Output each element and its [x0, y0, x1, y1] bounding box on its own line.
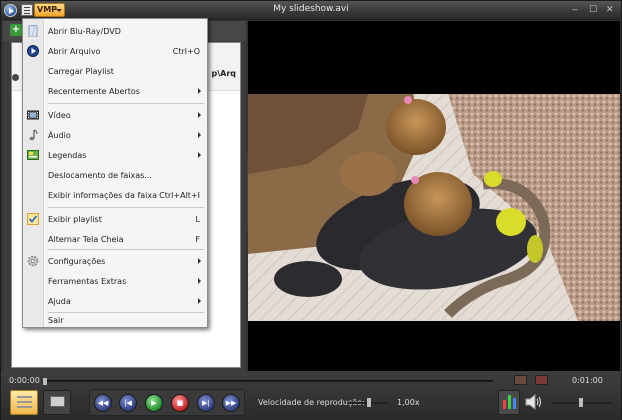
next-icon: ▶| [202, 399, 210, 407]
menu-separator [48, 249, 204, 250]
disc-icon [28, 25, 38, 37]
video-area[interactable] [248, 21, 620, 371]
menu-separator [48, 103, 204, 104]
speaker-icon[interactable] [525, 394, 543, 410]
seek-bar[interactable] [43, 380, 493, 382]
rewind-icon: ◀◀ [97, 399, 109, 407]
app-window: VMP My slideshow.avi ‒ ☐ ✕ + p\Arq < [0, 0, 622, 420]
rewind-button[interactable]: ◀◀ [94, 394, 112, 412]
menu-item-shortcut: L [195, 215, 200, 224]
menu-item-load-playlist[interactable]: Carregar Playlist [23, 61, 207, 81]
playlist-path: p\Arq [211, 69, 236, 78]
menu-item-label: Sair [48, 316, 64, 325]
menu-separator [48, 207, 204, 208]
fast-forward-icon: ▶▶ [225, 399, 237, 407]
window-title: My slideshow.avi [273, 4, 349, 14]
menu-item-label: Recentemente Abertos [48, 87, 140, 96]
menu-item-label: Carregar Playlist [48, 67, 114, 76]
snapshot-icon[interactable] [514, 375, 527, 385]
next-button[interactable]: ▶| [197, 394, 215, 412]
bullet-icon [12, 74, 19, 81]
previous-icon: |◀ [124, 399, 132, 407]
menu-item-label: Configurações [48, 257, 106, 266]
time-total: 0:01:00 [572, 376, 603, 385]
menu-item-show-track-info[interactable]: Exibir informações da faixa Ctrl+Alt+I [23, 185, 207, 205]
menu-item-extra-tools[interactable]: Ferramentas Extras [23, 271, 207, 291]
play-button[interactable]: ▶ [145, 394, 163, 412]
screen-icon[interactable] [43, 390, 71, 415]
menu-item-label: Ajuda [48, 297, 71, 306]
menu-item-shortcut: F [195, 235, 200, 244]
menu-item-shortcut: Ctrl+O [172, 47, 200, 56]
equalizer-button[interactable] [498, 390, 520, 415]
gear-icon [27, 255, 39, 267]
minimize-button[interactable]: ‒ [572, 5, 578, 15]
add-icon[interactable]: + [10, 24, 22, 36]
menu-item-exit[interactable]: Sair [23, 307, 207, 327]
stop-button[interactable]: ■ [171, 394, 189, 412]
menu-item-open-bluray-dvd[interactable]: Abrir Blu-Ray/DVD [23, 21, 207, 41]
stop-icon: ■ [176, 399, 184, 407]
menu-item-subtitles[interactable]: Legendas [23, 145, 207, 165]
menu-item-label: Abrir Arquivo [48, 47, 101, 56]
volume-slider-handle[interactable] [579, 398, 583, 407]
submenu-arrow-icon [198, 152, 201, 158]
menu-item-show-playlist[interactable]: Exibir playlist L [23, 209, 207, 229]
vmp-dropdown-menu: Abrir Blu-Ray/DVD Abrir Arquivo Ctrl+O C… [22, 18, 208, 328]
submenu-arrow-icon [198, 278, 201, 284]
menu-item-track-offset[interactable]: Deslocamento de faixas... [23, 165, 207, 185]
transport-controls: ◀◀ |◀ ▶ ■ ▶| ▶▶ [89, 389, 245, 416]
open-file-icon [27, 45, 39, 57]
menu-item-open-file[interactable]: Abrir Arquivo Ctrl+O [23, 41, 207, 61]
menu-item-label: Ferramentas Extras [48, 277, 127, 286]
menu-item-audio[interactable]: Áudio [23, 125, 207, 145]
control-bar: 0:00:00 0:01:00 ◀◀ |◀ ▶ ■ ▶| ▶▶ Velocida… [1, 371, 621, 420]
record-icon[interactable] [535, 375, 548, 385]
submenu-arrow-icon [198, 132, 201, 138]
subtitles-icon [27, 150, 39, 160]
menu-item-video[interactable]: Vídeo [23, 105, 207, 125]
menu-item-shortcut: Ctrl+Alt+I [159, 191, 200, 200]
submenu-arrow-icon [198, 88, 201, 94]
menu-item-label: Exibir playlist [48, 215, 102, 224]
menu-item-label: Exibir informações da faixa [48, 191, 158, 200]
video-frame [248, 94, 620, 321]
fast-forward-button[interactable]: ▶▶ [222, 394, 240, 412]
submenu-arrow-icon [198, 298, 201, 304]
playlist-toggle-button[interactable] [10, 390, 38, 415]
menu-item-toggle-fullscreen[interactable]: Alternar Tela Cheia F [23, 229, 207, 249]
speed-slider-handle[interactable] [367, 398, 371, 407]
checkmark-icon [27, 213, 39, 225]
seek-handle[interactable] [43, 378, 47, 385]
previous-button[interactable]: |◀ [119, 394, 137, 412]
time-elapsed: 0:00:00 [9, 376, 40, 385]
maximize-button[interactable]: ☐ [589, 5, 597, 15]
play-icon: ▶ [151, 399, 157, 407]
video-frame-image [248, 94, 620, 321]
playback-speed-value: 1,00x [397, 398, 420, 407]
menu-item-label: Alternar Tela Cheia [48, 235, 124, 244]
menu-item-settings[interactable]: Configurações [23, 251, 207, 271]
menu-item-label: Legendas [48, 151, 87, 160]
submenu-arrow-icon [198, 112, 201, 118]
menu-item-label: Áudio [48, 131, 71, 140]
menu-item-label: Deslocamento de faixas... [48, 171, 152, 180]
music-note-icon [29, 129, 38, 141]
close-button[interactable]: ✕ [606, 5, 614, 15]
menu-item-recently-opened[interactable]: Recentemente Abertos [23, 81, 207, 101]
submenu-arrow-icon [198, 258, 201, 264]
film-icon [27, 110, 39, 120]
menu-item-label: Abrir Blu-Ray/DVD [48, 27, 121, 36]
menu-item-label: Vídeo [48, 111, 71, 120]
